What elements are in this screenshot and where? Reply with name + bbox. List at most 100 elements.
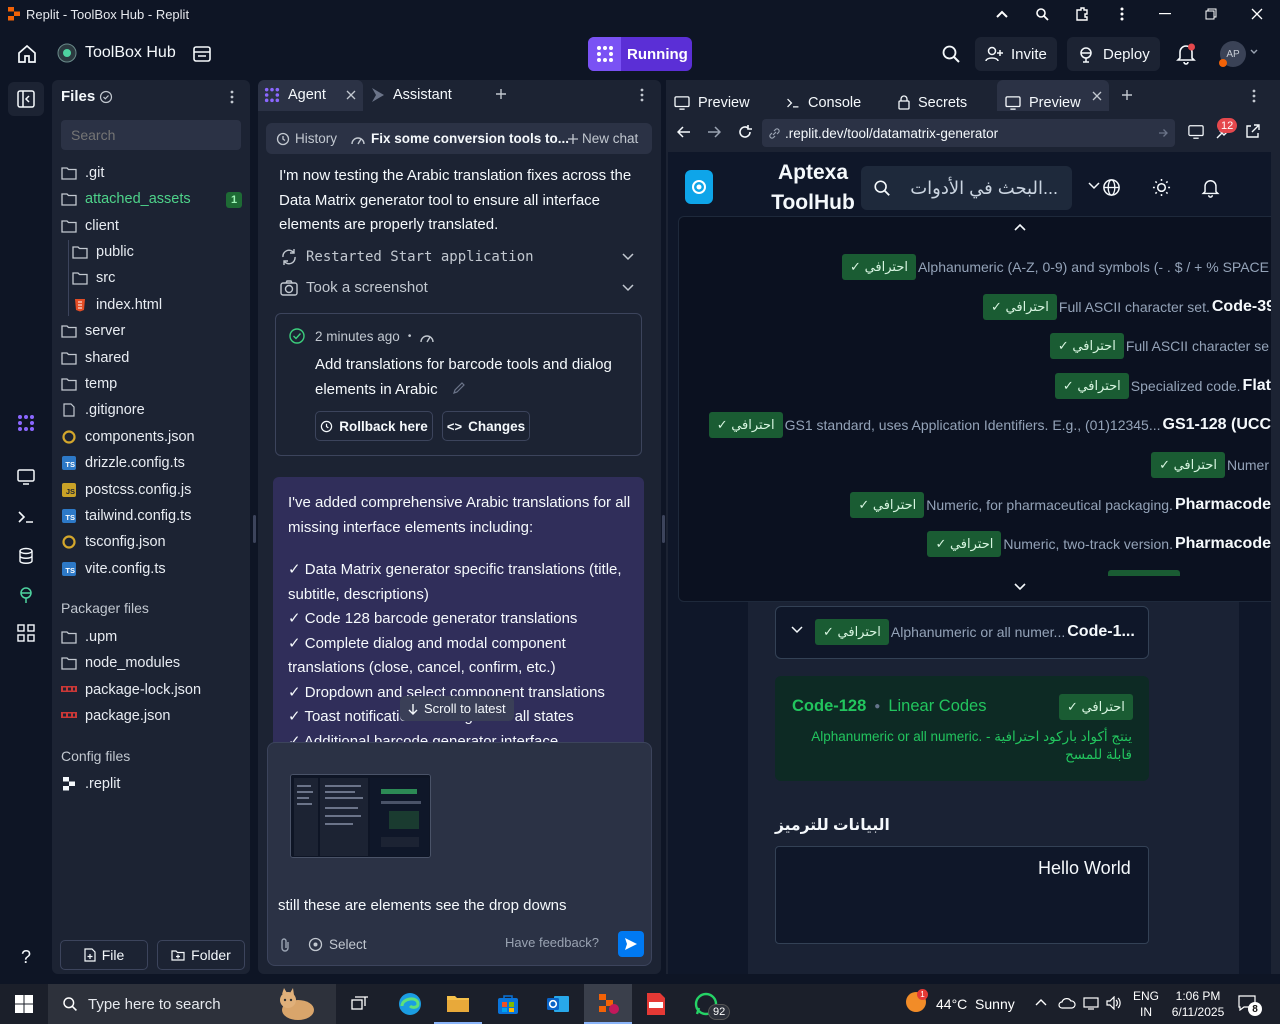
onedrive-icon[interactable]	[1058, 996, 1076, 1010]
file-item[interactable]: tsconfig.json	[61, 531, 166, 553]
replit-app-icon[interactable]	[584, 984, 632, 1024]
new-chat-button[interactable]: New chat	[568, 131, 638, 146]
new-file-button[interactable]: File	[60, 940, 148, 970]
resize-handle[interactable]	[662, 515, 665, 543]
folder-item[interactable]: temp	[61, 373, 117, 395]
run-button[interactable]: Running	[588, 37, 692, 71]
dropdown-option[interactable]: ✓ احترافي Numeric, for pharmaceutical pac…	[850, 492, 1271, 518]
url-bar[interactable]: .replit.dev/tool/datamatrix-generator	[762, 119, 1175, 147]
minimize-icon[interactable]	[1142, 0, 1188, 28]
folder-item[interactable]: attached_assets	[61, 188, 191, 210]
new-folder-button[interactable]: Folder	[157, 940, 245, 970]
more-menu-icon[interactable]	[1102, 0, 1142, 28]
back-arrow-icon[interactable]	[677, 126, 691, 138]
deploy-button[interactable]: Deploy	[1067, 37, 1160, 71]
preview-scrollbar[interactable]	[1271, 152, 1280, 974]
folder-item[interactable]: node_modules	[61, 652, 180, 674]
tray-expand-icon[interactable]	[1035, 998, 1047, 1006]
file-item[interactable]: index.html	[72, 294, 162, 316]
workspace-icon[interactable]	[192, 44, 212, 64]
collapse-sidebar-icon[interactable]	[14, 87, 38, 111]
chevron-down-icon[interactable]	[1250, 49, 1258, 55]
preview-rail-icon[interactable]	[14, 465, 38, 489]
invite-button[interactable]: Invite	[975, 37, 1057, 71]
expand-chevron-icon[interactable]	[622, 284, 634, 292]
notifications-bell-icon[interactable]	[1176, 43, 1196, 65]
search-icon[interactable]	[941, 44, 961, 64]
reload-icon[interactable]	[737, 124, 753, 140]
devices-icon[interactable]	[1188, 124, 1204, 140]
data-value[interactable]: Hello World	[1038, 858, 1131, 879]
action-restarted[interactable]: Restarted Start application	[280, 248, 534, 266]
preview-more-icon[interactable]	[1252, 89, 1256, 103]
add-tab-icon[interactable]	[495, 88, 507, 100]
folder-item[interactable]: .git	[61, 162, 104, 184]
dropdown-option[interactable]: ✓ احترافي GS1 standard, uses Application …	[708, 412, 1271, 438]
expand-chevron-icon[interactable]	[622, 253, 634, 261]
dropdown-option[interactable]: ✓ احترافي Numeric, two-track version. Phar…	[927, 531, 1271, 557]
folder-item[interactable]: public	[72, 241, 134, 263]
zoom-icon[interactable]	[1022, 0, 1062, 28]
dropdown-option[interactable]: ✓ احترافي Full ASCII character se	[1049, 333, 1271, 359]
folder-item[interactable]: shared	[61, 347, 129, 369]
changes-button[interactable]: <> Changes	[442, 411, 530, 441]
taskbar-search-box[interactable]: Type here to search	[48, 984, 336, 1024]
folder-item[interactable]: src	[72, 267, 115, 289]
chat-input-text[interactable]: still these are elements see the drop do…	[278, 897, 567, 914]
files-search-input[interactable]	[61, 120, 241, 150]
help-icon[interactable]: ?	[14, 945, 38, 969]
attach-paperclip-icon[interactable]	[278, 937, 292, 953]
files-more-icon[interactable]	[230, 90, 234, 104]
folder-item[interactable]: server	[61, 320, 125, 342]
file-item[interactable]: TS drizzle.config.ts	[61, 452, 185, 474]
outlook-icon[interactable]	[534, 984, 582, 1024]
file-item[interactable]: TS vite.config.ts	[61, 558, 166, 580]
task-view-icon[interactable]	[336, 984, 384, 1024]
rollback-button[interactable]: Rollback here	[315, 411, 433, 441]
tab-preview-1[interactable]: Preview	[674, 87, 750, 118]
open-new-tab-icon[interactable]	[1245, 124, 1260, 139]
database-icon[interactable]	[14, 544, 38, 568]
thread-title[interactable]: Fix some conversion tools to...	[350, 131, 569, 146]
tab-preview-2[interactable]: Preview	[1005, 87, 1081, 118]
scroll-down-chevron-icon[interactable]	[1014, 583, 1026, 591]
all-tools-grid-icon[interactable]	[14, 621, 38, 645]
weather-text[interactable]: 44°C Sunny	[936, 996, 1015, 1012]
tab-console[interactable]: Console	[786, 87, 861, 118]
forward-arrow-icon[interactable]	[707, 126, 721, 138]
file-item[interactable]: package.json	[61, 705, 170, 727]
folder-item[interactable]: .upm	[61, 626, 117, 648]
close-window-icon[interactable]	[1234, 0, 1280, 28]
ms-store-icon[interactable]	[484, 984, 532, 1024]
collapse-icon[interactable]	[982, 0, 1022, 28]
file-item[interactable]: components.json	[61, 426, 195, 448]
action-screenshot[interactable]: Took a screenshot	[280, 279, 428, 296]
file-item[interactable]: .gitignore	[61, 399, 145, 421]
agent-more-icon[interactable]	[640, 88, 644, 102]
deploy-rail-icon[interactable]	[14, 583, 38, 607]
network-icon[interactable]	[1083, 996, 1099, 1010]
feedback-link[interactable]: Have feedback?	[505, 935, 599, 950]
scroll-to-latest-button[interactable]: Scroll to latest	[400, 696, 514, 721]
extensions-icon[interactable]	[1062, 0, 1102, 28]
close-tab-icon[interactable]	[346, 90, 356, 100]
language-indicator[interactable]: ENG IN	[1133, 988, 1159, 1020]
dropdown-option[interactable]: ✓ احترافي Specialized code. Flat	[1054, 373, 1271, 399]
dropdown-option[interactable]: ✓ احترافي Numer	[1151, 452, 1271, 478]
console-rail-icon[interactable]	[14, 505, 38, 529]
file-item[interactable]: JS postcss.config.js	[61, 479, 191, 501]
restore-icon[interactable]	[1188, 0, 1234, 28]
select-element-button[interactable]: Select	[308, 937, 367, 952]
folder-item[interactable]: client	[61, 215, 119, 237]
clock[interactable]: 1:06 PM 6/11/2025	[1168, 988, 1228, 1020]
close-tab-icon[interactable]	[1092, 91, 1102, 101]
attached-screenshot-thumbnail[interactable]	[290, 774, 431, 858]
history-button[interactable]: History	[276, 131, 337, 146]
tab-secrets[interactable]: Secrets	[898, 87, 967, 118]
dropdown-option[interactable]: ✓ احترافي Alphanumeric (A-Z, 0-9) and sym…	[842, 254, 1271, 280]
file-item[interactable]: TS tailwind.config.ts	[61, 505, 191, 527]
file-item[interactable]: package-lock.json	[61, 679, 201, 701]
home-icon[interactable]	[16, 43, 38, 65]
project-switcher[interactable]: ToolBox Hub	[57, 43, 176, 63]
file-explorer-icon[interactable]	[434, 984, 482, 1024]
